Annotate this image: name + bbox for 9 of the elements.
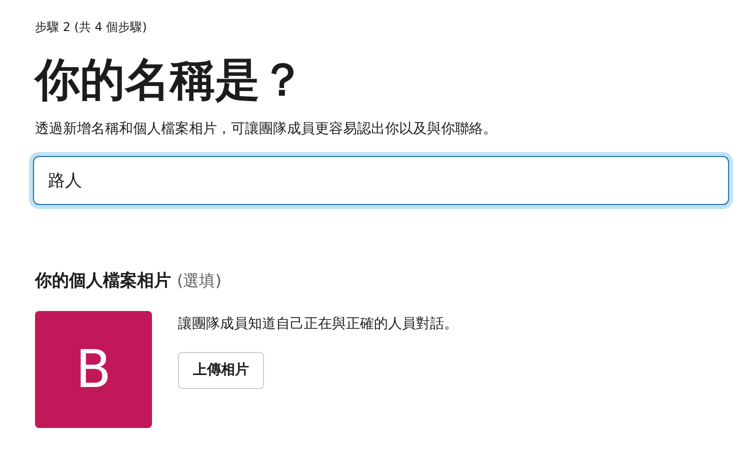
step-label: 步驟 2 (共 4 個步驟) xyxy=(35,19,148,35)
avatar: B xyxy=(35,311,152,428)
name-input-field[interactable]: 路人 xyxy=(33,156,729,205)
description: 透過新增名稱和個人檔案相片，可讓團隊成員更容易認出你以及與你聯絡。 xyxy=(35,120,498,139)
section-heading: 你的個人檔案相片 xyxy=(35,270,171,293)
photo-hint: 讓團隊成員知道自己正在與正確的人員對話。 xyxy=(178,315,458,334)
optional-note: (選填) xyxy=(177,270,222,292)
page-title: 你的名稱是？ xyxy=(35,52,306,108)
upload-photo-button[interactable]: 上傳相片 xyxy=(178,352,264,389)
